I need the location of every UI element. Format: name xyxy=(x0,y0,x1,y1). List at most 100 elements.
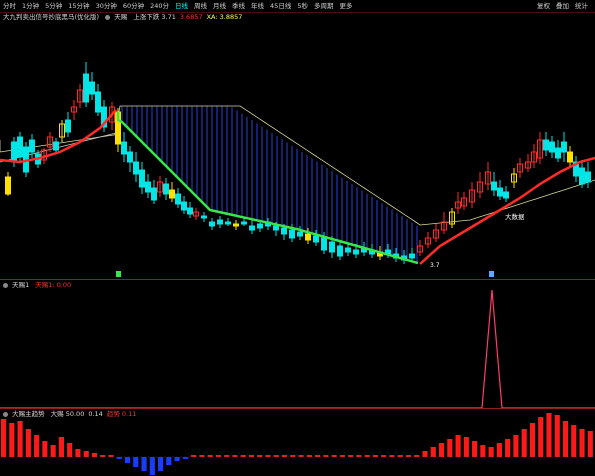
candle-body xyxy=(187,207,193,215)
histogram-bar xyxy=(67,443,73,457)
period-tab-5[interactable]: 60分钟 xyxy=(120,0,147,12)
candle-body xyxy=(11,141,17,163)
histogram-bar xyxy=(199,455,205,457)
histogram-bar xyxy=(224,455,230,457)
histogram-bar xyxy=(372,455,378,457)
histogram-bar xyxy=(298,455,304,457)
candle-body xyxy=(409,253,415,259)
histogram-bar xyxy=(42,441,48,457)
period-tab-12[interactable]: 45日线 xyxy=(267,0,294,12)
histogram-bar xyxy=(158,457,164,471)
histogram-bar xyxy=(571,425,577,457)
histogram-bar xyxy=(397,455,403,457)
histogram-bar xyxy=(389,455,395,457)
candle-body xyxy=(169,189,175,199)
candle-body xyxy=(305,233,311,241)
main-candlestick-chart[interactable]: 大数据 3.7 xyxy=(0,12,595,280)
histogram-bar xyxy=(191,455,197,457)
signal-line xyxy=(0,289,595,408)
histogram-bar xyxy=(108,455,114,457)
candle-body xyxy=(5,176,11,195)
candle-body xyxy=(217,219,223,225)
period-tab-0[interactable]: 分时 xyxy=(0,0,19,12)
period-tab-1[interactable]: 1分钟 xyxy=(19,0,42,12)
candle-body xyxy=(249,225,255,231)
histogram-bar xyxy=(240,455,246,457)
histogram-bar xyxy=(455,435,461,457)
histogram-bar xyxy=(215,455,221,457)
period-tab-3[interactable]: 15分钟 xyxy=(65,0,92,12)
toolbar-right-2[interactable]: 统计 xyxy=(572,0,591,12)
candle-body xyxy=(297,231,303,237)
period-tab-8[interactable]: 周线 xyxy=(191,0,210,12)
histogram-bar xyxy=(348,455,354,457)
histogram-bar xyxy=(141,457,147,471)
histogram-bar xyxy=(554,415,560,457)
histogram-bar xyxy=(83,451,89,457)
candle-body xyxy=(549,141,555,153)
histogram-bar xyxy=(149,457,155,475)
period-tab-14[interactable]: 多周期 xyxy=(311,0,337,12)
histogram-bar xyxy=(422,451,428,457)
histogram-bar xyxy=(248,455,255,457)
candle-body xyxy=(151,187,157,201)
histogram-bar xyxy=(538,417,544,457)
histogram-bar xyxy=(405,455,412,457)
toolbar-right-1[interactable]: 叠加 xyxy=(553,0,572,12)
histogram-bar xyxy=(339,455,345,457)
period-tab-15[interactable]: 更多 xyxy=(336,0,355,12)
histogram-bar xyxy=(182,457,188,459)
histogram-bar xyxy=(562,421,569,457)
period-tab-9[interactable]: 月线 xyxy=(210,0,229,12)
annotation-label: 3.7 xyxy=(430,262,440,269)
candle-body xyxy=(345,247,351,253)
candle-body xyxy=(329,241,335,253)
candle-body xyxy=(561,141,567,153)
histogram-bar xyxy=(430,447,436,457)
toolbar-right-0[interactable]: 复权 xyxy=(534,0,553,12)
signal-indicator-chart[interactable] xyxy=(0,280,595,408)
histogram-bar xyxy=(521,429,527,457)
period-tab-13[interactable]: 5秒 xyxy=(294,0,311,12)
candle-body xyxy=(121,141,127,155)
candle-body xyxy=(503,191,509,199)
candle-body xyxy=(353,249,359,255)
histogram-bar xyxy=(207,455,213,457)
trend-histogram-chart[interactable] xyxy=(0,409,595,476)
histogram-bar xyxy=(9,423,15,457)
candle-body xyxy=(95,91,101,113)
candle-body xyxy=(543,139,549,151)
candle-body xyxy=(313,235,319,243)
candle-body xyxy=(29,139,35,153)
histogram-bar xyxy=(513,435,519,457)
candle-body xyxy=(585,171,591,183)
period-tab-4[interactable]: 30分钟 xyxy=(93,0,120,12)
histogram-bar xyxy=(25,429,31,457)
candle-body xyxy=(83,73,89,103)
histogram-bar xyxy=(472,441,478,457)
histogram-bar xyxy=(91,453,98,457)
candle-body xyxy=(53,141,59,151)
histogram-bar xyxy=(306,455,312,457)
candle-body xyxy=(491,181,497,191)
histogram-bar xyxy=(116,457,122,459)
histogram-bar xyxy=(265,455,271,457)
period-tab-11[interactable]: 年线 xyxy=(248,0,267,12)
histogram-bar xyxy=(505,439,511,457)
candle-body xyxy=(127,151,133,163)
red-trend-line xyxy=(419,156,595,265)
histogram-bar xyxy=(331,455,337,457)
histogram-bar xyxy=(315,455,321,457)
histogram-bar xyxy=(438,443,445,457)
annotation-label: 大数据 xyxy=(505,212,525,221)
candle-body xyxy=(321,237,327,251)
candle-body xyxy=(89,81,95,95)
candle-body xyxy=(133,161,139,175)
period-tab-2[interactable]: 5分钟 xyxy=(42,0,65,12)
candle-body xyxy=(209,221,215,227)
period-tab-10[interactable]: 季线 xyxy=(229,0,248,12)
candle-body xyxy=(273,225,279,231)
period-tab-7[interactable]: 日线 xyxy=(172,0,191,12)
period-tab-6[interactable]: 240分 xyxy=(147,0,172,12)
candle-body xyxy=(555,147,561,159)
